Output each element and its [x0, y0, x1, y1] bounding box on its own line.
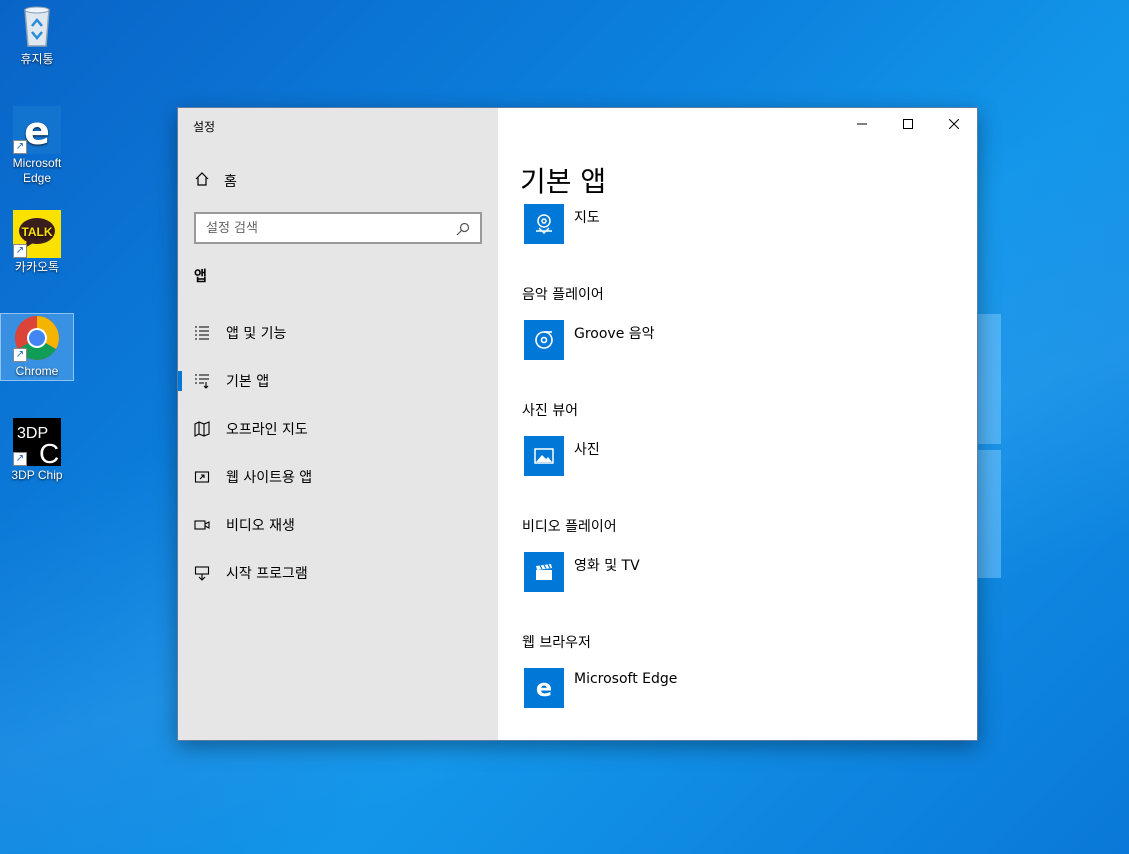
section-heading: 앱: [194, 269, 207, 285]
sidebar-item-startup[interactable]: 시작 프로그램: [178, 549, 498, 597]
desktop-icon-label: 휴지통: [20, 52, 54, 66]
default-app-name: 지도: [574, 210, 600, 226]
photo-default-app-button[interactable]: 사진: [524, 436, 600, 476]
settings-window: 설정 홈 앱 앱 및 기능: [177, 107, 978, 741]
sidebar-item-label: 비디오 재생: [226, 518, 295, 534]
sidebar: 설정 홈 앱 앱 및 기능: [178, 108, 498, 740]
home-link[interactable]: 홈: [194, 171, 237, 191]
music-default-app-button[interactable]: Groove 음악: [524, 320, 655, 360]
video-default-app-button[interactable]: 영화 및 TV: [524, 552, 640, 592]
category-music-player: 음악 플레이어: [522, 287, 604, 303]
map-icon: [194, 421, 210, 437]
desktop-icon-label: Microsoft Edge: [12, 156, 62, 185]
sidebar-item-label: 시작 프로그램: [226, 566, 308, 582]
movies-tv-icon: [524, 552, 564, 592]
desktop-icon-label: Chrome: [15, 364, 59, 378]
sidebar-nav: 앱 및 기능 기본 앱 오프라인 지도 웹 사이트용 앱 비디오 재생 시작 프…: [178, 309, 498, 597]
svg-text:C: C: [39, 438, 59, 466]
startup-icon: [194, 565, 210, 581]
desktop-icon-label: 3DP Chip: [11, 468, 63, 482]
desktop-icon-3dp-chip[interactable]: 3DP C ↗ 3DP Chip: [0, 418, 74, 483]
svg-text:e: e: [24, 109, 50, 153]
sidebar-item-label: 앱 및 기능: [226, 326, 287, 342]
category-photo-viewer: 사진 뷰어: [522, 403, 578, 419]
category-video-player: 비디오 플레이어: [522, 519, 617, 535]
desktop-icon-label: 카카오톡: [14, 260, 60, 274]
page-title: 기본 앱: [520, 165, 607, 198]
home-icon: [194, 171, 210, 191]
maps-app-icon: [524, 204, 564, 244]
shortcut-arrow-icon: ↗: [13, 348, 27, 362]
desktop-icon-chrome[interactable]: ↗ Chrome: [0, 313, 74, 381]
svg-text:e: e: [536, 675, 552, 701]
minimize-icon: [857, 123, 867, 125]
list-icon: [194, 325, 210, 341]
search-icon[interactable]: [456, 221, 470, 236]
sidebar-item-video-playback[interactable]: 비디오 재생: [178, 501, 498, 549]
sidebar-item-label: 기본 앱: [226, 374, 270, 390]
minimize-button[interactable]: [839, 108, 885, 140]
shortcut-arrow-icon: ↗: [13, 140, 27, 154]
svg-text:TALK: TALK: [21, 225, 52, 239]
sidebar-item-apps-features[interactable]: 앱 및 기능: [178, 309, 498, 357]
web-app-icon: [194, 469, 210, 485]
sidebar-item-label: 오프라인 지도: [226, 422, 308, 438]
shortcut-arrow-icon: ↗: [13, 244, 27, 258]
recycle-bin-icon: [13, 2, 61, 50]
sidebar-item-default-apps[interactable]: 기본 앱: [178, 357, 498, 405]
category-web-browser: 웹 브라우저: [522, 635, 591, 651]
shortcut-arrow-icon: ↗: [13, 452, 27, 466]
edge-icon: e: [524, 668, 564, 708]
browser-default-app-button[interactable]: e Microsoft Edge: [524, 668, 677, 708]
kakaotalk-icon: TALK ↗: [13, 210, 61, 258]
desktop-icon-recycle-bin[interactable]: 휴지통: [0, 2, 74, 67]
groove-music-icon: [524, 320, 564, 360]
default-app-name: 사진: [574, 442, 600, 458]
home-label: 홈: [224, 174, 237, 190]
maps-default-app-button[interactable]: 지도: [524, 204, 600, 244]
video-icon: [194, 517, 210, 533]
window-controls: [839, 108, 977, 140]
default-apps-icon: [194, 373, 210, 389]
default-app-name: 영화 및 TV: [574, 558, 640, 574]
window-title: 설정: [193, 120, 216, 134]
content-pane: 기본 앱 지도 음악 플레이어 Groove 음악 사진 뷰어 사진 비디오 플…: [498, 108, 977, 740]
chrome-icon: ↗: [13, 314, 61, 362]
default-app-name: Groove 음악: [574, 326, 655, 342]
edge-icon: e ↗: [13, 106, 61, 154]
desktop-icon-kakaotalk[interactable]: TALK ↗ 카카오톡: [0, 210, 74, 275]
sidebar-item-label: 웹 사이트용 앱: [226, 470, 313, 486]
3dp-chip-icon: 3DP C ↗: [13, 418, 61, 469]
maximize-icon: [903, 119, 913, 129]
photos-app-icon: [524, 436, 564, 476]
sidebar-item-offline-maps[interactable]: 오프라인 지도: [178, 405, 498, 453]
close-button[interactable]: [931, 108, 977, 140]
search-input[interactable]: [206, 220, 456, 236]
close-icon: [949, 119, 959, 129]
settings-search-box[interactable]: [194, 212, 482, 244]
desktop-icon-edge[interactable]: e ↗ Microsoft Edge: [0, 106, 74, 186]
default-app-name: Microsoft Edge: [574, 671, 678, 687]
sidebar-item-apps-for-websites[interactable]: 웹 사이트용 앱: [178, 453, 498, 501]
maximize-button[interactable]: [885, 108, 931, 140]
